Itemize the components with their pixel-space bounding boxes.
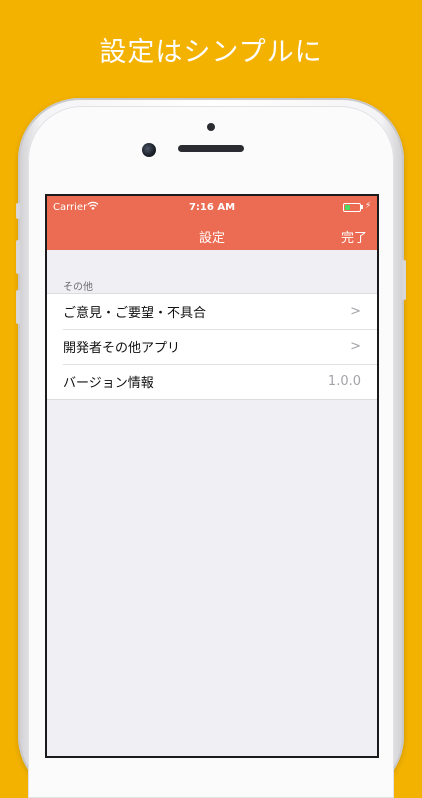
navigation-bar: Carrier 7:16 AM ⚡ 設定 完了 xyxy=(47,196,377,250)
row-label: 開発者その他アプリ xyxy=(63,341,181,356)
settings-list: ご意見・ご要望・不具合 > 開発者その他アプリ > バージョン情報 1.0.0 xyxy=(47,293,377,400)
promo-title: 設定はシンプルに xyxy=(99,37,323,68)
row-label: バージョン情報 xyxy=(63,376,154,391)
phone-mute-switch xyxy=(16,203,20,219)
proximity-sensor xyxy=(207,123,215,131)
phone-volume-down xyxy=(16,290,20,324)
status-bar: Carrier 7:16 AM ⚡ xyxy=(47,196,377,218)
chevron-right-icon: > xyxy=(350,339,361,354)
developer-apps-row[interactable]: 開発者その他アプリ > xyxy=(47,329,377,364)
app-screen: Carrier 7:16 AM ⚡ 設定 完了 その他 ご意見・ご要望・不具合 … xyxy=(47,196,377,756)
version-info-row: バージョン情報 1.0.0 xyxy=(47,364,377,399)
section-header: その他 xyxy=(63,282,93,293)
row-label: ご意見・ご要望・不具合 xyxy=(63,306,207,321)
charging-bolt-icon: ⚡ xyxy=(365,201,372,211)
page-title: 設定 xyxy=(198,231,225,246)
battery-icon xyxy=(343,203,361,212)
feedback-row[interactable]: ご意見・ご要望・不具合 > xyxy=(47,294,377,329)
clock: 7:16 AM xyxy=(188,202,236,213)
phone-volume-up xyxy=(16,240,20,274)
chevron-right-icon: > xyxy=(350,304,361,319)
phone-power-button xyxy=(402,260,406,300)
done-button[interactable]: 完了 xyxy=(341,227,367,246)
front-camera-icon xyxy=(142,143,156,157)
version-value: 1.0.0 xyxy=(327,374,361,389)
battery-cap xyxy=(361,205,363,209)
earpiece-speaker xyxy=(178,145,244,152)
